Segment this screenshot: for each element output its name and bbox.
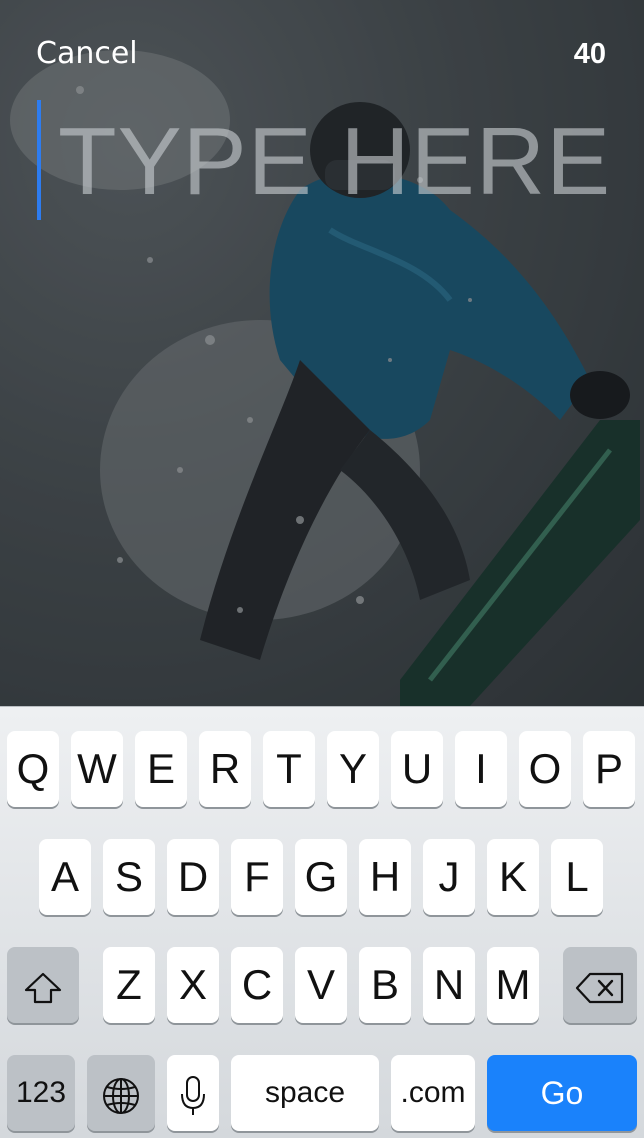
- key-s[interactable]: S: [103, 839, 155, 915]
- key-g[interactable]: G: [295, 839, 347, 915]
- key-e[interactable]: E: [135, 731, 187, 807]
- key-i[interactable]: I: [455, 731, 507, 807]
- globe-icon: [103, 1077, 139, 1114]
- compose-text-input[interactable]: [58, 104, 618, 220]
- key-d[interactable]: D: [167, 839, 219, 915]
- space-key[interactable]: space: [231, 1055, 379, 1131]
- key-k[interactable]: K: [487, 839, 539, 915]
- character-counter: 40: [573, 38, 606, 70]
- key-w[interactable]: W: [71, 731, 123, 807]
- key-a[interactable]: A: [39, 839, 91, 915]
- numbers-key[interactable]: 123: [7, 1055, 75, 1131]
- key-v[interactable]: V: [295, 947, 347, 1023]
- key-x[interactable]: X: [167, 947, 219, 1023]
- dotcom-key[interactable]: .com: [391, 1055, 475, 1131]
- key-b[interactable]: B: [359, 947, 411, 1023]
- shift-key[interactable]: [7, 947, 79, 1023]
- microphone-icon: [181, 1075, 205, 1115]
- key-n[interactable]: N: [423, 947, 475, 1023]
- key-r[interactable]: R: [199, 731, 251, 807]
- key-q[interactable]: Q: [7, 731, 59, 807]
- key-t[interactable]: T: [263, 731, 315, 807]
- go-key[interactable]: Go: [487, 1055, 637, 1131]
- backspace-icon: [575, 972, 624, 1004]
- keyboard: Q W E R T Y U I O P A S D F G H J K L Z …: [0, 706, 644, 1138]
- shift-arrow-icon: [24, 972, 62, 1004]
- delete-key[interactable]: [563, 947, 637, 1023]
- key-h[interactable]: H: [359, 839, 411, 915]
- text-cursor: [37, 100, 41, 220]
- key-o[interactable]: O: [519, 731, 571, 807]
- key-m[interactable]: M: [487, 947, 539, 1023]
- microphone-key[interactable]: [167, 1055, 219, 1131]
- key-c[interactable]: C: [231, 947, 283, 1023]
- key-y[interactable]: Y: [327, 731, 379, 807]
- key-j[interactable]: J: [423, 839, 475, 915]
- key-z[interactable]: Z: [103, 947, 155, 1023]
- globe-key[interactable]: [87, 1055, 155, 1131]
- cancel-button[interactable]: Cancel: [36, 36, 138, 71]
- key-f[interactable]: F: [231, 839, 283, 915]
- key-p[interactable]: P: [583, 731, 635, 807]
- key-u[interactable]: U: [391, 731, 443, 807]
- key-l[interactable]: L: [551, 839, 603, 915]
